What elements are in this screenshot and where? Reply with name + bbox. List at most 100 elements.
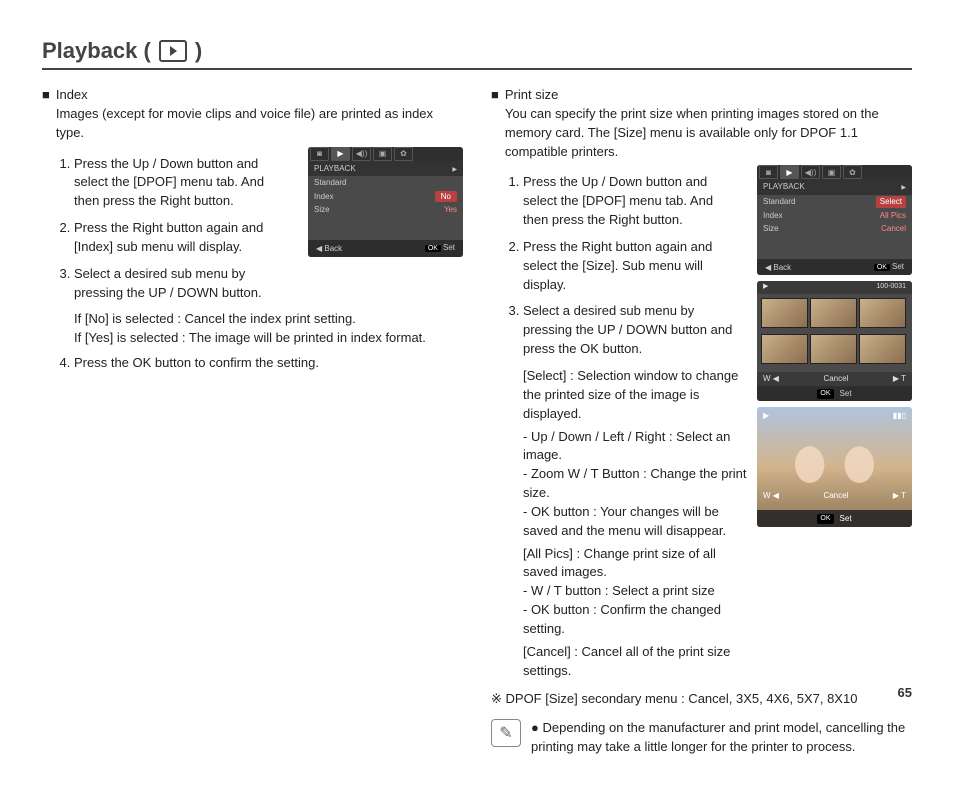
lcd-set-label: Set	[443, 243, 455, 252]
right-bullet2: - OK button : Confirm the changed settin…	[523, 601, 749, 639]
lcd-screenshot-all-pics: ▶ ▮▮▯ W ◀ Cancel ▶ T OK Set	[757, 407, 912, 527]
thumbnail	[761, 298, 808, 328]
lcd-row-value: Yes	[444, 204, 457, 216]
battery-icon: ▮▮▯	[893, 410, 906, 422]
lcd-footer: ◀ Back OKSet	[308, 240, 463, 256]
left-step-2: Press the Right button again and [Index]…	[74, 219, 300, 257]
lcd-row-value: Cancel	[881, 223, 906, 235]
note-bullet-icon: ●	[531, 720, 542, 735]
lcd-footer: OK Set	[757, 510, 912, 528]
secondary-menu-text: DPOF [Size] secondary menu : Cancel, 3X5…	[506, 691, 858, 706]
w-zoom-label: W ◀	[763, 490, 779, 502]
lcd-row: Size Yes	[308, 203, 463, 217]
w-zoom-label: W ◀	[763, 373, 779, 385]
cancel-label: Cancel	[823, 490, 848, 502]
square-bullet-icon: ■	[42, 86, 50, 105]
lcd-row-label: Index	[763, 210, 783, 222]
lcd-row: Standard	[308, 176, 463, 190]
ok-badge: OK	[425, 245, 441, 252]
lcd-row: Index All Pics	[757, 209, 912, 223]
left-sub-no: If [No] is selected : Cancel the index p…	[74, 310, 463, 329]
thumbnail-grid	[757, 294, 912, 373]
settings-icon: ✿	[394, 147, 413, 161]
right-step-3: Select a desired sub menu by pressing th…	[523, 302, 749, 359]
right-allpics-line: [All Pics] : Change print size of all sa…	[523, 545, 749, 583]
left-intro: Images (except for movie clips and voice…	[56, 105, 463, 143]
t-zoom-label: ▶ T	[893, 490, 906, 502]
lcd-set-label: Set	[840, 513, 852, 525]
lcd-footer: OK Set	[757, 386, 912, 402]
lcd-header: PLAYBACK	[308, 161, 463, 177]
lcd-header-text: PLAYBACK	[763, 181, 805, 193]
camera-icon: ◙	[310, 147, 329, 161]
lcd-set-label: Set	[840, 388, 852, 400]
play-icon: ▶	[763, 282, 768, 292]
title-text: Playback (	[42, 38, 151, 64]
left-step-1: Press the Up / Down button and select th…	[74, 155, 300, 212]
note-text: Depending on the manufacturer and print …	[531, 720, 905, 754]
ok-badge: OK	[817, 389, 833, 399]
left-column: ■ Index Images (except for movie clips a…	[42, 86, 463, 757]
playback-mode-icon	[159, 40, 187, 62]
display-icon: ▣	[373, 147, 392, 161]
lcd-screenshot-select: ▶ 100-0031 W ◀ C	[757, 281, 912, 401]
lcd-row-value: No	[435, 191, 457, 203]
left-sub-yes: If [Yes] is selected : The image will be…	[74, 329, 463, 348]
arrow-right-icon	[452, 163, 457, 175]
lcd-row-label: Index	[314, 191, 334, 203]
lcd-top-bar: ▶ 100-0031	[757, 281, 912, 293]
lcd-set-label: Set	[892, 262, 904, 271]
right-intro: You can specify the print size when prin…	[505, 105, 912, 162]
right-step-2: Press the Right button again and select …	[523, 238, 749, 295]
lcd-header-text: PLAYBACK	[314, 163, 356, 175]
right-step-1: Press the Up / Down button and select th…	[523, 173, 749, 230]
lcd-wt-row: W ◀ Cancel ▶ T	[757, 372, 912, 386]
note-pencil-icon: ✎	[491, 719, 521, 747]
right-bullet: - OK button : Your changes will be saved…	[523, 503, 749, 541]
sound-icon: ◀))	[352, 147, 371, 161]
lcd-row: Standard Select	[757, 195, 912, 209]
lcd-tabs: ◙ ▶ ◀)) ▣ ✿	[308, 147, 463, 161]
thumbnail	[810, 298, 857, 328]
lcd-row-value: All Pics	[880, 210, 906, 222]
lcd-row: Size Cancel	[757, 222, 912, 236]
right-bullet: - Zoom W / T Button : Change the print s…	[523, 465, 749, 503]
page-number: 65	[898, 685, 912, 700]
lcd-tabs: ◙ ▶ ◀)) ▣ ✿	[757, 165, 912, 179]
page-title: Playback ( )	[42, 38, 912, 70]
ok-badge: OK	[874, 264, 890, 271]
lcd-screenshot-index: ◙ ▶ ◀)) ▣ ✿ PLAYBACK Standard	[308, 147, 463, 257]
lcd-row-label: Size	[763, 223, 779, 235]
play-icon: ▶	[780, 165, 799, 179]
lcd-footer: ◀ Back OKSet	[757, 259, 912, 275]
thumbnail	[810, 334, 857, 364]
lcd-screenshot-size-menu: ◙ ▶ ◀)) ▣ ✿ PLAYBACK Standard Selec	[757, 165, 912, 275]
camera-icon: ◙	[759, 165, 778, 179]
title-close: )	[195, 38, 202, 64]
lcd-wt-row: W ◀ Cancel ▶ T	[757, 490, 912, 502]
lcd-back-label: Back	[773, 263, 791, 272]
right-heading: Print size	[505, 86, 912, 105]
square-bullet-icon: ■	[491, 86, 499, 105]
lcd-row-label: Standard	[763, 196, 795, 208]
lcd-header: PLAYBACK	[757, 179, 912, 195]
lcd-row: Index No	[308, 190, 463, 204]
back-arrow-icon: ◀	[765, 263, 771, 272]
thumbnail	[859, 334, 906, 364]
play-icon: ▶	[331, 147, 350, 161]
sound-icon: ◀))	[801, 165, 820, 179]
t-zoom-label: ▶ T	[893, 373, 906, 385]
note-star-icon: ※	[491, 691, 506, 706]
lcd-row-label: Standard	[314, 177, 346, 189]
right-select-line: [Select] : Selection window to change th…	[523, 367, 749, 424]
ok-badge: OK	[817, 514, 833, 524]
back-arrow-icon: ◀	[316, 244, 322, 253]
right-bullet2: - W / T button : Select a print size	[523, 582, 749, 601]
left-step-4: Press the OK button to confirm the setti…	[74, 354, 463, 373]
left-step-3: Select a desired sub menu by pressing th…	[74, 265, 300, 303]
lcd-back-label: Back	[324, 244, 342, 253]
play-icon: ▶	[763, 410, 769, 422]
right-bullet: - Up / Down / Left / Right : Select an i…	[523, 428, 749, 466]
thumbnail	[761, 334, 808, 364]
lcd-row-label: Size	[314, 204, 330, 216]
